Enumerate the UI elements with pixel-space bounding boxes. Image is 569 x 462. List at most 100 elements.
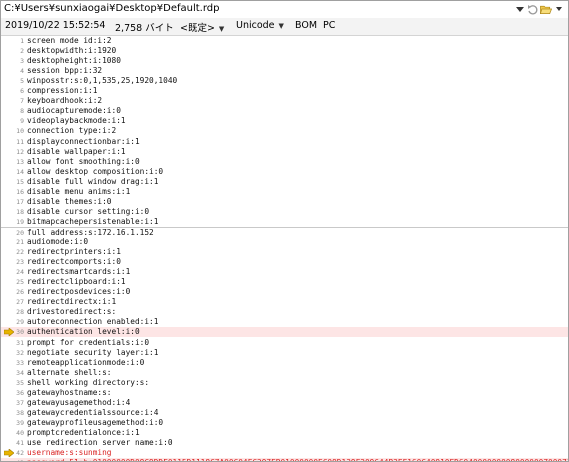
line-number: 8 [20, 107, 24, 116]
editor-line[interactable]: 26 redirectposdevices:i:0 [1, 287, 568, 297]
editor-line[interactable]: 29 autoreconnection enabled:i:1 [1, 317, 568, 327]
editor-line[interactable]: 39 gatewayprofileusagemethod:i:0 [1, 418, 568, 428]
line-number: 25 [16, 278, 24, 287]
line-number: 15 [16, 177, 24, 186]
editor-line[interactable]: 17 disable themes:i:0 [1, 197, 568, 207]
folder-dropdown-arrow-icon[interactable] [553, 3, 565, 16]
editor-line[interactable]: 13 allow font smoothing:i:0 [1, 157, 568, 167]
editor-line[interactable]: 27 redirectdirectx:i:1 [1, 297, 568, 307]
editor-line[interactable]: 32 negotiate security layer:i:1 [1, 348, 568, 358]
line-text: redirectsmartcards:i:1 [27, 267, 131, 277]
line-text: gatewayusagemethod:i:4 [27, 397, 131, 407]
line-number: 30 [16, 328, 24, 337]
refresh-icon[interactable] [527, 3, 539, 16]
dropdown-arrow-icon[interactable] [514, 3, 526, 16]
editor-line[interactable]: 38 gatewaycredentialssource:i:4 [1, 408, 568, 418]
line-text: allow desktop composition:i:0 [27, 166, 164, 176]
line-text: screen mode id:i:2 [27, 36, 112, 45]
editor-line[interactable]: 33 remoteapplicationmode:i:0 [1, 358, 568, 368]
editor-line[interactable]: 7 keyboardhook:i:2 [1, 96, 568, 106]
line-text: drivestoredirect:s: [27, 307, 117, 317]
text-editor[interactable]: 1 screen mode id:i:2 2 desktopwidth:i:1920 3… [1, 36, 568, 461]
editor-line[interactable]: 22 redirectprinters:i:1 [1, 247, 568, 257]
mode-select[interactable]: <既定> ▼ [180, 20, 224, 34]
editor-line[interactable]: 28 drivestoredirect:s: [1, 307, 568, 317]
line-number: 7 [20, 97, 24, 106]
line-text: keyboardhook:i:2 [27, 96, 103, 106]
line-number: 16 [16, 187, 24, 196]
editor-line[interactable]: 15 disable full window drag:i:1 [1, 177, 568, 187]
line-text: redirectdirectx:i:1 [27, 297, 117, 307]
line-text: alternate shell:s: [27, 367, 112, 377]
editor-line[interactable]: 3 desktopheight:i:1080 [1, 56, 568, 66]
line-number: 43 [12, 458, 24, 461]
editor-line[interactable]: 24 redirectsmartcards:i:1 [1, 267, 568, 277]
editor-line[interactable]: 16 disable menu anims:i:1 [1, 187, 568, 197]
line-text: negotiate security layer:i:1 [27, 347, 159, 357]
editor-window: C:¥Users¥sunxiaogai¥Desktop¥Default.rdp [0, 0, 569, 462]
editor-line[interactable]: 31 prompt for credentials:i:0 [1, 338, 568, 348]
editor-line[interactable]: 18 disable cursor setting:i:0 [1, 207, 568, 217]
line-text: audiocapturemode:i:0 [27, 106, 121, 116]
line-number: 31 [16, 338, 24, 347]
editor-line[interactable]: 11 displayconnectionbar:i:1 [1, 137, 568, 147]
editor-line[interactable]: 23 redirectcomports:i:0 [1, 257, 568, 267]
line-text: allow font smoothing:i:0 [27, 156, 140, 166]
line-text: promptcredentialonce:i:1 [27, 427, 140, 437]
editor-line[interactable]: 6 compression:i:1 [1, 86, 568, 96]
editor-line[interactable]: 25 redirectclipboard:i:1 [1, 277, 568, 287]
line-number: 39 [16, 418, 24, 427]
editor-line[interactable]: 30 authentication level:i:0 [1, 327, 568, 338]
line-number: 1 [20, 37, 24, 45]
line-text: prompt for credentials:i:0 [27, 337, 150, 347]
editor-line[interactable]: 2 desktopwidth:i:1920 [1, 46, 568, 56]
editor-line[interactable]: 5 winposstr:s:0,1,535,25,1920,1040 [1, 76, 568, 86]
line-text: gatewayprofileusagemethod:i:0 [27, 417, 164, 427]
editor-line[interactable]: 8 audiocapturemode:i:0 [1, 106, 568, 116]
line-number: 21 [16, 238, 24, 246]
line-number: 14 [16, 167, 24, 176]
line-number: 40 [16, 428, 24, 437]
editor-line[interactable]: 9 videoplaybackmode:i:1 [1, 116, 568, 126]
editor-line[interactable]: 35 shell working directory:s: [1, 378, 568, 388]
editor-line[interactable]: 37 gatewayusagemethod:i:4 [1, 398, 568, 408]
line-number: 11 [16, 137, 24, 146]
folder-open-icon[interactable] [540, 3, 552, 16]
editor-line[interactable]: 43password 51:b:01000000D08C9DDF0115D111… [1, 458, 568, 461]
editor-line[interactable]: 4 session bpp:i:32 [1, 66, 568, 76]
editor-line[interactable]: 19 bitmapcachepersistenable:i:1 [1, 217, 568, 227]
line-text: redirectprinters:i:1 [27, 247, 121, 257]
file-timestamp: 2019/10/22 15:52:54 [5, 20, 106, 31]
line-text: password 51:b:01000000D08C9DDF0115D1118C… [27, 458, 568, 461]
editor-line[interactable]: 1 screen mode id:i:2 [1, 36, 568, 46]
line-text: redirectcomports:i:0 [27, 257, 121, 267]
encoding-select[interactable]: Unicode ▼ [236, 20, 284, 31]
line-number: 17 [16, 197, 24, 206]
bom-toggle[interactable]: BOM [295, 20, 317, 31]
path-bar-icons [514, 3, 565, 16]
line-number: 6 [20, 87, 24, 96]
editor-line[interactable]: 41 use redirection server name:i:0 [1, 438, 568, 448]
line-text: remoteapplicationmode:i:0 [27, 357, 145, 367]
line-number: 37 [16, 398, 24, 407]
line-number: 42 [16, 449, 24, 458]
line-number: 5 [20, 77, 24, 86]
file-info-bar: 2019/10/22 15:52:54 2,758 バイト <既定> ▼ Unic… [1, 18, 568, 36]
editor-line[interactable]: 10 connection type:i:2 [1, 126, 568, 136]
editor-line[interactable]: 42 username:s:sunming [1, 448, 568, 458]
editor-line[interactable]: 36 gatewayhostname:s: [1, 388, 568, 398]
editor-line[interactable]: 40 promptcredentialonce:i:1 [1, 428, 568, 438]
newline-select[interactable]: PC [323, 20, 335, 31]
line-text: disable menu anims:i:1 [27, 186, 131, 196]
editor-line[interactable]: 21 audiomode:i:0 [1, 237, 568, 247]
line-number: 28 [16, 308, 24, 317]
editor-line[interactable]: 34 alternate shell:s: [1, 368, 568, 378]
line-number: 18 [16, 207, 24, 216]
line-text: videoplaybackmode:i:1 [27, 116, 126, 126]
line-text: disable themes:i:0 [27, 196, 112, 206]
line-number: 35 [16, 378, 24, 387]
line-number: 34 [16, 368, 24, 377]
editor-line[interactable]: 12 disable wallpaper:i:1 [1, 147, 568, 157]
editor-line[interactable]: 14 allow desktop composition:i:0 [1, 167, 568, 177]
file-path[interactable]: C:¥Users¥sunxiaogai¥Desktop¥Default.rdp [4, 3, 219, 14]
